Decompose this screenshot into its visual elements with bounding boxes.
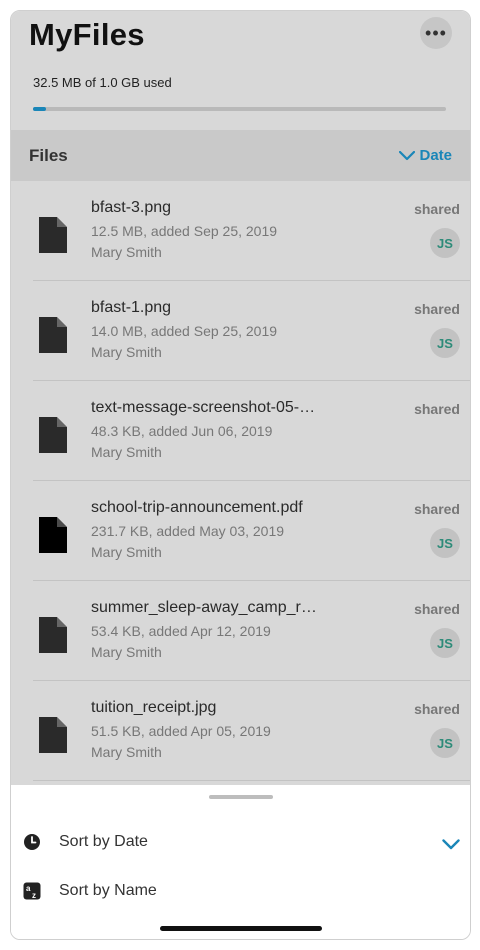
sort-option-date-label: Sort by Date: [59, 833, 148, 850]
file-meta: 14.0 MB, added Sep 25, 2019: [91, 323, 278, 339]
avatar[interactable]: JS: [430, 328, 460, 358]
file-owner: Mary Smith: [91, 644, 162, 660]
shared-status-label: shared: [414, 201, 460, 217]
app-window: MyFiles ••• 32.5 MB of 1.0 GB used Files…: [10, 10, 471, 940]
avatar[interactable]: JS: [430, 528, 460, 558]
clock-icon: [23, 833, 41, 856]
file-name: school-trip-announcement.pdf: [91, 499, 303, 516]
document-icon: [37, 515, 69, 560]
sort-bottom-sheet: Sort by Date a z Sort by Name: [11, 785, 470, 939]
sort-option-date[interactable]: Sort by Date: [11, 823, 470, 863]
more-options-button[interactable]: •••: [420, 17, 452, 49]
shared-status-label: shared: [414, 301, 460, 317]
svg-text:z: z: [32, 891, 36, 900]
sort-option-name-label: Sort by Name: [59, 882, 157, 899]
file-meta: 231.7 KB, added May 03, 2019: [91, 523, 285, 539]
file-name: bfast-1.png: [91, 299, 172, 316]
storage-usage-bar: [33, 107, 446, 111]
storage-usage-fill: [33, 107, 47, 111]
svg-text:a: a: [26, 884, 31, 893]
file-name: tuition_receipt.jpg: [91, 699, 217, 716]
chevron-down-icon: [442, 837, 460, 855]
file-list-item[interactable]: summer_sleep-away_camp_r… 53.4 KB, added …: [33, 581, 470, 681]
document-icon: [37, 615, 69, 660]
file-owner: Mary Smith: [91, 244, 162, 260]
file-name: text-message-screenshot-05-…: [91, 399, 316, 416]
file-owner: Mary Smith: [91, 544, 162, 560]
alphabetical-sort-icon: a z: [23, 882, 41, 905]
files-section-header: Files Date: [11, 130, 470, 181]
sort-dropdown-button[interactable]: Date: [399, 147, 452, 164]
sort-option-name[interactable]: a z Sort by Name: [11, 872, 470, 912]
storage-usage-text: 32.5 MB of 1.0 GB used: [33, 75, 172, 90]
shared-status-label: shared: [414, 501, 460, 517]
avatar[interactable]: JS: [430, 628, 460, 658]
files-section-label: Files: [29, 146, 68, 165]
file-list-item[interactable]: school-trip-announcement.pdf 231.7 KB, ad…: [33, 481, 470, 581]
file-list: bfast-3.png 12.5 MB, added Sep 25, 2019 Ma…: [11, 181, 470, 781]
file-owner: Mary Smith: [91, 344, 162, 360]
shared-status-label: shared: [414, 401, 460, 417]
file-list-item[interactable]: bfast-1.png 14.0 MB, added Sep 25, 2019 Ma…: [33, 281, 470, 381]
page-title: MyFiles: [29, 17, 145, 52]
file-meta: 48.3 KB, added Jun 06, 2019: [91, 423, 273, 439]
chevron-down-icon: [399, 150, 416, 160]
sheet-drag-handle[interactable]: [208, 795, 273, 799]
document-icon: [37, 415, 69, 460]
sort-dropdown-label: Date: [419, 147, 452, 164]
shared-status-label: shared: [414, 601, 460, 617]
file-owner: Mary Smith: [91, 744, 162, 760]
file-name: bfast-3.png: [91, 199, 172, 216]
home-indicator: [159, 926, 322, 931]
shared-status-label: shared: [414, 701, 460, 717]
dimmed-background[interactable]: MyFiles ••• 32.5 MB of 1.0 GB used Files…: [11, 11, 470, 785]
file-meta: 12.5 MB, added Sep 25, 2019: [91, 223, 278, 239]
file-name: summer_sleep-away_camp_r…: [91, 599, 317, 616]
document-icon: [37, 715, 69, 760]
file-owner: Mary Smith: [91, 444, 162, 460]
file-list-item[interactable]: bfast-3.png 12.5 MB, added Sep 25, 2019 Ma…: [33, 181, 470, 281]
avatar[interactable]: JS: [430, 228, 460, 258]
document-icon: [37, 215, 69, 260]
document-icon: [37, 315, 69, 360]
file-list-item[interactable]: tuition_receipt.jpg 51.5 KB, added Apr 05…: [33, 681, 470, 781]
file-meta: 53.4 KB, added Apr 12, 2019: [91, 623, 271, 639]
file-list-item[interactable]: text-message-screenshot-05-… 48.3 KB, add…: [33, 381, 470, 481]
avatar[interactable]: JS: [430, 728, 460, 758]
file-meta: 51.5 KB, added Apr 05, 2019: [91, 723, 271, 739]
